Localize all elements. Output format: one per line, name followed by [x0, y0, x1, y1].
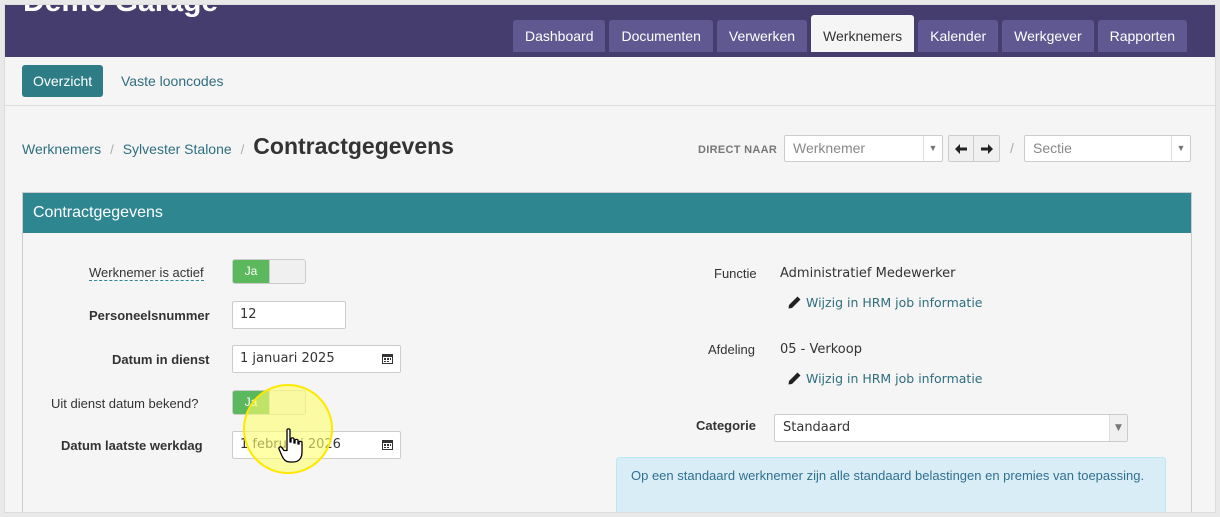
section-select-placeholder: Sectie	[1033, 140, 1072, 156]
edit-function-link[interactable]: Wijzig in HRM job informatie	[788, 295, 982, 310]
panel-title: Contractgegevens	[23, 193, 1191, 233]
direct-separator: /	[1010, 140, 1014, 156]
category-select-value: Standaard	[783, 420, 851, 435]
toggle-knob	[269, 260, 305, 283]
calendar-icon	[382, 354, 393, 364]
tab-dashboard[interactable]: Dashboard	[512, 20, 606, 52]
app-window: Demo Garage Dashboard Documenten Verwerk…	[4, 4, 1216, 513]
pencil-icon	[788, 372, 801, 385]
employee-select-placeholder: Werknemer	[793, 140, 866, 156]
edit-department-link[interactable]: Wijzig in HRM job informatie	[788, 371, 982, 386]
employee-select[interactable]: Werknemer ▼	[784, 135, 943, 162]
section-select[interactable]: Sectie ▼	[1024, 135, 1191, 162]
tab-rapporten[interactable]: Rapporten	[1097, 20, 1187, 52]
edit-department-link-label: Wijzig in HRM job informatie	[806, 371, 983, 386]
breadcrumb: Werknemers / Sylvester Stalone / Contrac…	[22, 133, 454, 160]
function-value: Administratief Medewerker	[780, 266, 956, 281]
function-label: Functie	[714, 266, 757, 281]
page-title: Contractgegevens	[253, 133, 454, 159]
tab-verwerken[interactable]: Verwerken	[716, 20, 808, 52]
previous-employee-button[interactable]	[948, 135, 974, 162]
sub-nav: Overzicht Vaste looncodes	[5, 57, 1215, 106]
toggle-knob	[269, 391, 305, 414]
breadcrumb-separator: /	[110, 142, 114, 157]
edit-function-link-label: Wijzig in HRM job informatie	[806, 295, 983, 310]
tab-documenten[interactable]: Documenten	[609, 20, 713, 52]
subnav-vaste-looncodes-link[interactable]: Vaste looncodes	[110, 65, 234, 97]
pencil-icon	[788, 296, 801, 309]
top-bar: Demo Garage Dashboard Documenten Verwerk…	[5, 5, 1215, 57]
staff-number-label: Personeelsnummer	[89, 308, 210, 323]
next-employee-button[interactable]	[974, 135, 1000, 162]
breadcrumb-employee-link[interactable]: Sylvester Stalone	[123, 141, 232, 157]
breadcrumb-separator: /	[240, 142, 245, 157]
subnav-overzicht-button[interactable]: Overzicht	[22, 65, 104, 97]
department-value: 05 - Verkoop	[780, 342, 862, 357]
category-select[interactable]: Standaard ▼	[774, 414, 1128, 442]
toggle-on-label: Ja	[233, 260, 269, 283]
tab-werknemers[interactable]: Werknemers	[811, 15, 915, 52]
arrow-right-icon	[980, 143, 993, 154]
chevron-down-icon: ▼	[1171, 136, 1190, 161]
tab-kalender[interactable]: Kalender	[918, 20, 999, 52]
start-date-input[interactable]: 1 januari 2025	[232, 345, 401, 373]
category-info-alert: Op een standaard werknemer zijn alle sta…	[616, 457, 1166, 512]
department-label: Afdeling	[708, 342, 755, 357]
last-workday-input[interactable]: 1 februari 2026	[232, 431, 401, 459]
employee-active-label: Werknemer is actief	[89, 265, 204, 281]
start-date-value: 1 januari 2025	[240, 351, 335, 366]
end-date-known-toggle[interactable]: Ja	[232, 390, 306, 415]
chevron-down-icon: ▼	[1109, 415, 1127, 441]
category-label: Categorie	[696, 418, 756, 433]
breadcrumb-werknemers-link[interactable]: Werknemers	[22, 141, 101, 157]
end-date-known-label: Uit dienst datum bekend?	[51, 396, 199, 411]
staff-number-input[interactable]: 12	[232, 301, 346, 329]
last-workday-value: 1 februari 2026	[240, 437, 341, 452]
brand-title: Demo Garage	[23, 5, 218, 19]
direct-naar-label: DIRECT NAAR	[698, 144, 778, 156]
tab-werkgever[interactable]: Werkgever	[1002, 20, 1094, 52]
last-workday-label: Datum laatste werkdag	[61, 438, 203, 453]
prev-next-group	[948, 135, 1000, 162]
start-date-label: Datum in dienst	[112, 352, 210, 367]
toggle-on-label: Ja	[233, 391, 269, 414]
chevron-down-icon: ▼	[923, 136, 942, 161]
employee-active-toggle[interactable]: Ja	[232, 259, 306, 284]
main-nav-tabs: Dashboard Documenten Verwerken Werknemer…	[509, 15, 1187, 52]
calendar-icon	[382, 440, 393, 450]
arrow-left-icon	[955, 143, 967, 154]
